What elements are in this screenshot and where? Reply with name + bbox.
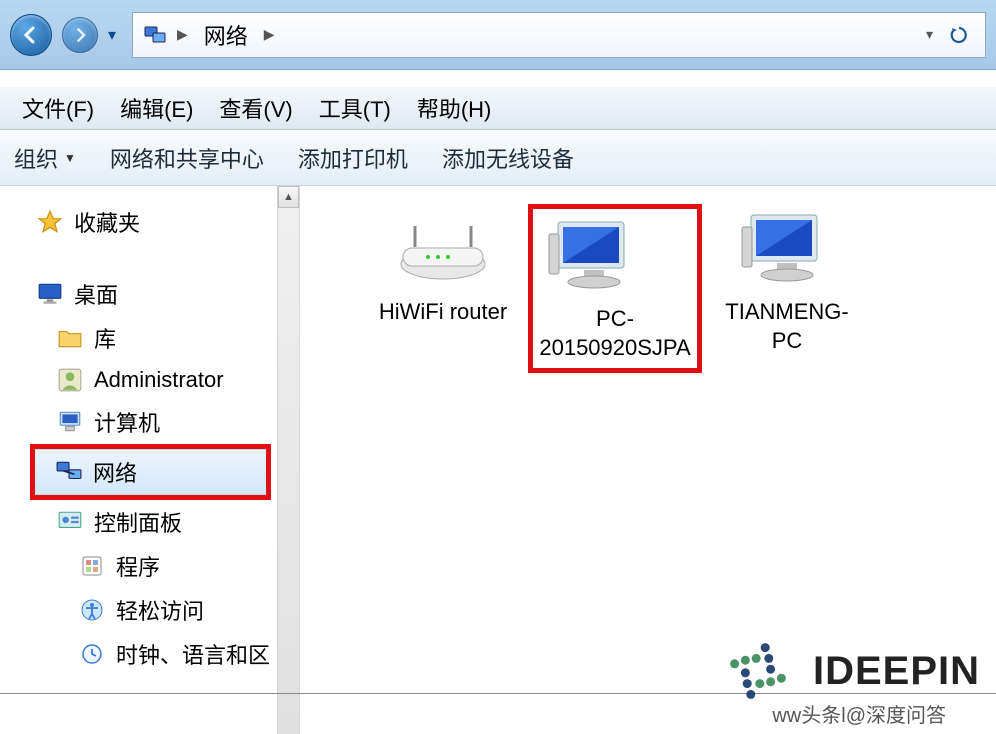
breadcrumb-separator-icon: ▶ [264,26,275,43]
tree-label: 控制面板 [94,506,182,538]
folder-icon [56,324,84,352]
programs-icon [78,552,106,580]
item-highlight-border: PC-20150920SJPA [528,204,701,373]
star-icon [36,208,64,236]
add-printer-button[interactable]: 添加打印机 [298,142,408,174]
menu-tools[interactable]: 工具(T) [311,88,399,128]
watermark-tagline: ww头条l@深度问答 [772,699,946,728]
network-item-router[interactable]: HiWiFi router [370,204,516,327]
network-item-pc1[interactable]: PC-20150920SJPA [542,204,688,373]
network-sharing-center-button[interactable]: 网络和共享中心 [110,142,264,174]
tree-label: 网络 [93,456,137,488]
menu-help[interactable]: 帮助(H) [409,88,500,128]
item-label: TIANMENG-PC [714,298,860,355]
tree-favorites[interactable]: 收藏夹 [0,200,299,244]
scroll-up-icon[interactable]: ▲ [278,186,299,208]
ease-of-access-icon [78,596,106,624]
menu-file[interactable]: 文件(F) [14,88,102,128]
tree-user[interactable]: Administrator [0,360,299,400]
tree-programs[interactable]: 程序 [0,544,299,588]
refresh-icon [949,25,969,45]
organize-button[interactable]: 组织 ▼ [14,142,76,174]
tree-desktop[interactable]: 桌面 [0,272,299,316]
chevron-down-icon: ▼ [64,151,76,165]
tree-label: 轻松访问 [116,594,204,626]
tree-label: 计算机 [94,406,160,438]
desktop-icon [36,280,64,308]
tree-network-highlight: 网络 [30,444,271,500]
tree-computer[interactable]: 计算机 [0,400,299,444]
organize-label: 组织 [14,142,58,174]
network-icon [55,458,83,486]
computer-icon [732,204,842,294]
tree-ease-of-access[interactable]: 轻松访问 [0,588,299,632]
arrow-right-icon [72,27,88,43]
navigation-tree: ▲ 收藏夹 桌面 库 Administrator [0,186,300,734]
tree-scrollbar[interactable]: ▲ [277,186,299,734]
computer-icon [539,211,649,301]
add-wireless-device-button[interactable]: 添加无线设备 [442,142,574,174]
tree-label: 时钟、语言和区 [116,638,270,670]
command-bar: 组织 ▼ 网络和共享中心 添加打印机 添加无线设备 [0,130,996,186]
history-dropdown[interactable]: ▾ [108,25,122,45]
breadcrumb-location[interactable]: 网络 [198,19,254,51]
forward-button[interactable] [62,17,98,53]
item-label: PC-20150920SJPA [539,305,690,362]
tree-clock-language-region[interactable]: 时钟、语言和区 [0,632,299,676]
tree-label: 桌面 [74,278,118,310]
arrow-left-icon [21,25,41,45]
item-label: HiWiFi router [379,298,507,327]
computer-icon [56,408,84,436]
refresh-button[interactable] [943,25,975,45]
clock-icon [78,640,106,668]
router-icon [388,204,498,294]
watermark-brand: IDEEPIN [813,649,980,694]
tree-label: 收藏夹 [74,206,140,238]
menu-edit[interactable]: 编辑(E) [112,88,201,128]
control-panel-icon [56,508,84,536]
tree-network[interactable]: 网络 [35,449,266,495]
breadcrumb-separator-icon: ▶ [177,26,188,43]
address-dropdown[interactable]: ▾ [926,26,933,43]
navigation-bar: ▾ ▶ 网络 ▶ ▾ [0,0,996,70]
back-button[interactable] [10,14,52,56]
address-bar[interactable]: ▶ 网络 ▶ ▾ [132,12,986,58]
network-item-pc2[interactable]: TIANMENG-PC [714,204,860,355]
tree-label: 程序 [116,550,160,582]
user-icon [56,366,84,394]
tree-control-panel[interactable]: 控制面板 [0,500,299,544]
network-location-icon [143,23,167,47]
tree-label: 库 [94,322,116,354]
menu-bar: 文件(F) 编辑(E) 查看(V) 工具(T) 帮助(H) [0,86,996,130]
menu-view[interactable]: 查看(V) [211,88,300,128]
tree-libraries[interactable]: 库 [0,316,299,360]
tree-label: Administrator [94,367,224,393]
